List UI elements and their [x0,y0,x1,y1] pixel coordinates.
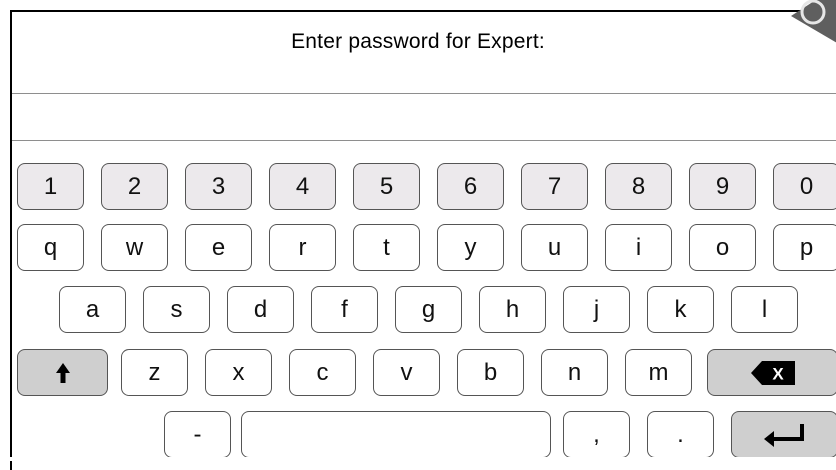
key-c[interactable]: c [289,349,356,396]
password-input[interactable] [12,94,836,142]
key-o[interactable]: o [689,224,756,271]
key-g[interactable]: g [395,286,462,333]
shift-key[interactable] [17,349,108,396]
key-s[interactable]: s [143,286,210,333]
backspace-glyph: X [772,364,784,383]
backspace-icon: X [750,360,795,385]
enter-icon [763,423,804,447]
key-4[interactable]: 4 [269,163,336,210]
key-b[interactable]: b [457,349,524,396]
key-period[interactable]: . [647,411,714,458]
key-8[interactable]: 8 [605,163,672,210]
key-comma[interactable]: , [563,411,630,458]
key-i[interactable]: i [605,224,672,271]
key-dash[interactable]: - [164,411,231,458]
password-prompt: Enter password for Expert: [291,30,545,53]
backspace-key[interactable]: X [707,349,836,396]
key-f[interactable]: f [311,286,378,333]
key-d[interactable]: d [227,286,294,333]
enter-key[interactable] [731,411,836,458]
key-0[interactable]: 0 [773,163,836,210]
key-t[interactable]: t [353,224,420,271]
key-y[interactable]: y [437,224,504,271]
key-q[interactable]: q [17,224,84,271]
key-l[interactable]: l [731,286,798,333]
divider-bottom [12,140,836,141]
key-9[interactable]: 9 [689,163,756,210]
key-p[interactable]: p [773,224,836,271]
shift-up-arrow-icon [55,362,70,383]
key-x[interactable]: x [205,349,272,396]
key-a[interactable]: a [59,286,126,333]
key-z[interactable]: z [121,349,188,396]
space-key[interactable] [241,411,551,458]
key-j[interactable]: j [563,286,630,333]
key-h[interactable]: h [479,286,546,333]
key-w[interactable]: w [101,224,168,271]
screen-bottom-edge [0,457,836,461]
key-n[interactable]: n [541,349,608,396]
key-m[interactable]: m [625,349,692,396]
key-7[interactable]: 7 [521,163,588,210]
key-r[interactable]: r [269,224,336,271]
key-2[interactable]: 2 [101,163,168,210]
key-6[interactable]: 6 [437,163,504,210]
key-3[interactable]: 3 [185,163,252,210]
key-k[interactable]: k [647,286,714,333]
key-e[interactable]: e [185,224,252,271]
key-5[interactable]: 5 [353,163,420,210]
key-1[interactable]: 1 [17,163,84,210]
key-v[interactable]: v [373,349,440,396]
key-u[interactable]: u [521,224,588,271]
